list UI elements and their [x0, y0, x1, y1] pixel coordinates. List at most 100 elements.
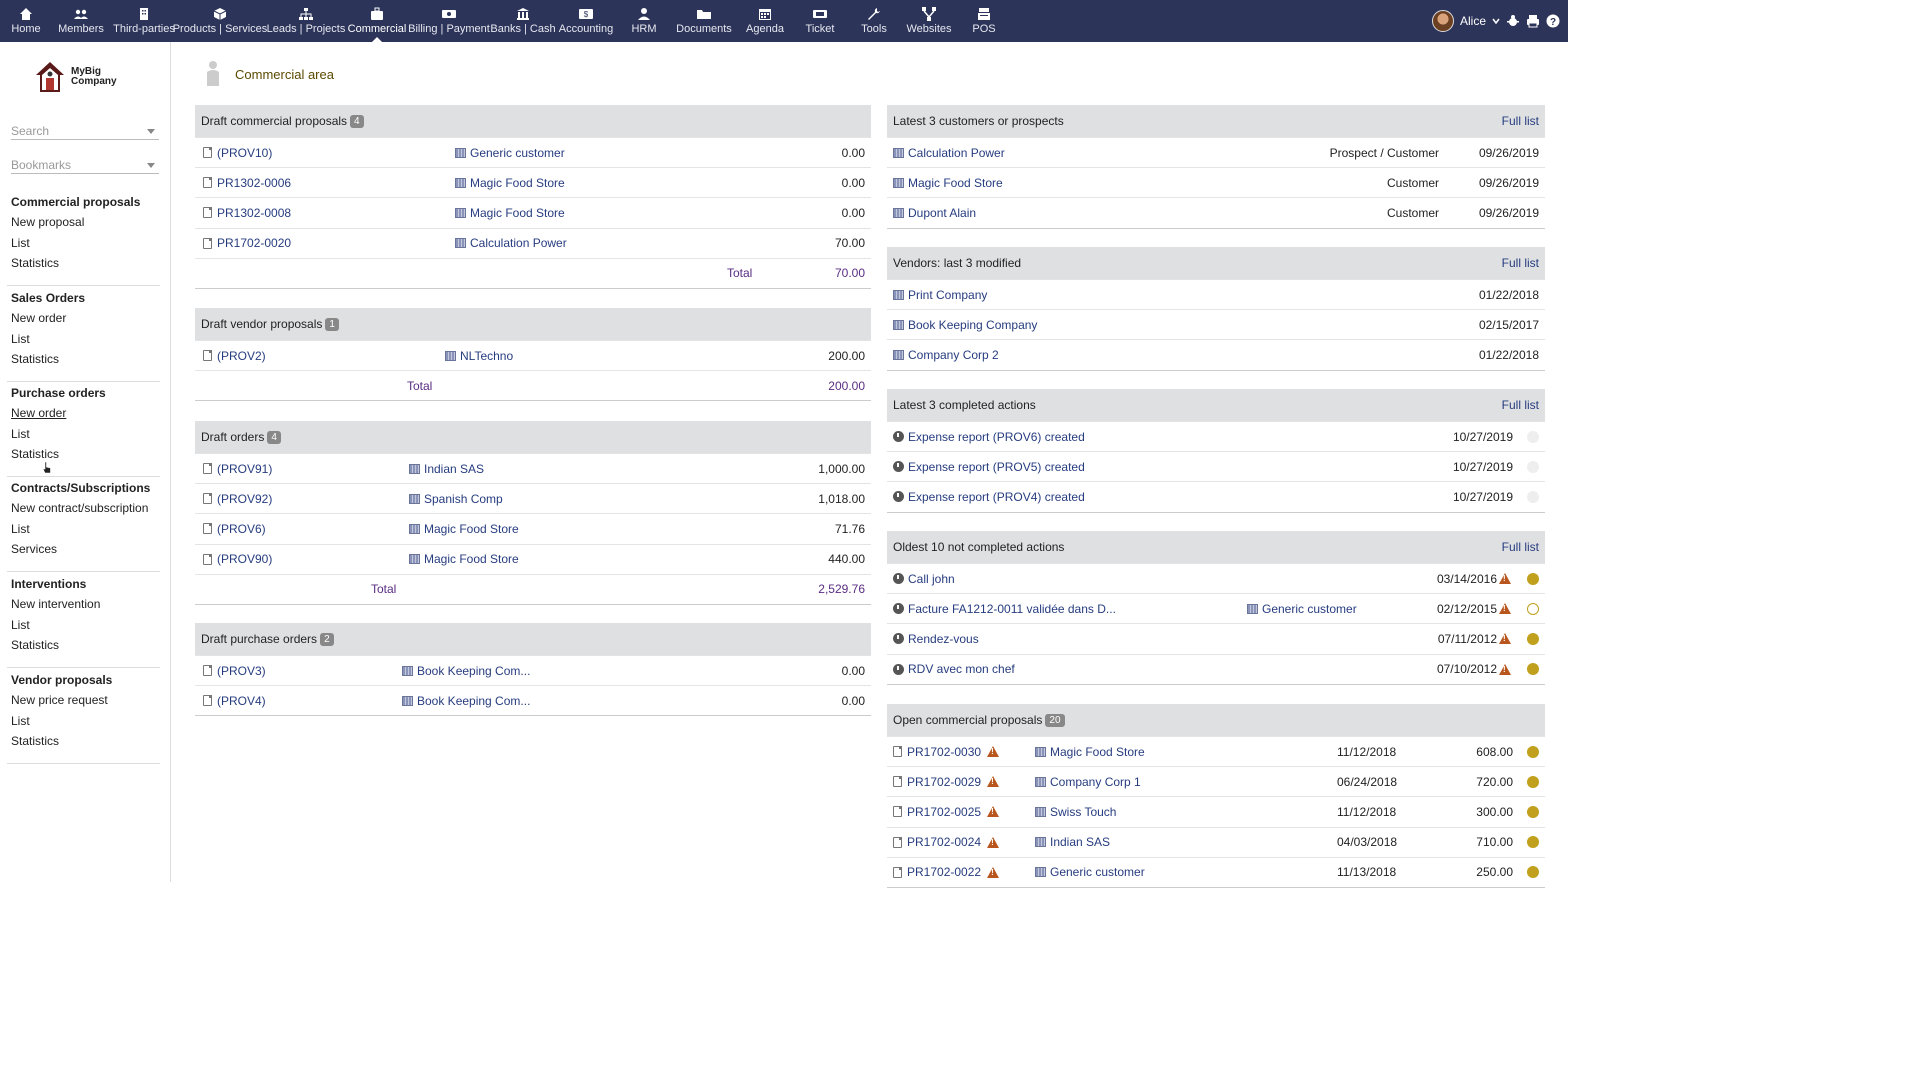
link-text[interactable]: PR1702-0022: [907, 865, 981, 879]
link-text[interactable]: Generic customer: [1050, 865, 1145, 879]
proposal-link[interactable]: PR1702-0030: [893, 745, 1000, 759]
full-list-link[interactable]: Full list: [1502, 256, 1539, 270]
thirdparty-link[interactable]: Book Keeping Com...: [402, 664, 530, 678]
action-link[interactable]: Expense report (PROV6) created: [893, 430, 1085, 444]
menu-item-websites[interactable]: Websites: [902, 0, 956, 42]
link-text[interactable]: PR1302-0006: [217, 176, 291, 190]
thirdparty-link[interactable]: Magic Food Store: [455, 176, 565, 190]
customer-link[interactable]: Calculation Power: [893, 146, 1005, 160]
link-text[interactable]: PR1702-0025: [907, 805, 981, 819]
sidebar-link[interactable]: Statistics: [7, 731, 160, 751]
bug-icon[interactable]: [1506, 14, 1520, 28]
search-input[interactable]: Search: [11, 120, 159, 140]
link-text[interactable]: Magic Food Store: [908, 176, 1003, 190]
menu-item-commercial[interactable]: Commercial: [346, 0, 408, 42]
link-text[interactable]: Company Corp 1: [1050, 775, 1141, 789]
full-list-link[interactable]: Full list: [1502, 398, 1539, 412]
thirdparty-link[interactable]: Magic Food Store: [455, 206, 565, 220]
link-text[interactable]: Book Keeping Com...: [417, 664, 530, 678]
link-text[interactable]: Calculation Power: [470, 236, 567, 250]
vendor-link[interactable]: Book Keeping Company: [893, 318, 1037, 332]
vendor-link[interactable]: Print Company: [893, 288, 987, 302]
sidebar-link[interactable]: List: [7, 232, 160, 252]
link-text[interactable]: (PROV92): [217, 492, 272, 506]
link-text[interactable]: Expense report (PROV6) created: [908, 430, 1085, 444]
proposal-link[interactable]: PR1702-0025: [893, 805, 1000, 819]
ref-link[interactable]: PR1702-0020: [203, 236, 291, 250]
link-text[interactable]: Generic customer: [470, 146, 565, 160]
thirdparty-link[interactable]: Magic Food Store: [409, 552, 519, 566]
link-text[interactable]: Book Keeping Company: [908, 318, 1037, 332]
menu-item-home[interactable]: Home: [4, 0, 48, 42]
help-icon[interactable]: ?: [1546, 14, 1560, 28]
link-text[interactable]: Expense report (PROV5) created: [908, 460, 1085, 474]
link-text[interactable]: PR1702-0024: [907, 835, 981, 849]
thirdparty-link[interactable]: Magic Food Store: [1035, 745, 1145, 759]
link-text[interactable]: PR1702-0030: [907, 745, 981, 759]
sidebar-link[interactable]: New order: [7, 308, 160, 328]
ref-link[interactable]: (PROV4): [203, 694, 266, 708]
ref-link[interactable]: (PROV92): [203, 492, 272, 506]
link-text[interactable]: PR1302-0008: [217, 206, 291, 220]
user-name[interactable]: Alice: [1460, 14, 1486, 28]
link-text[interactable]: PR1702-0029: [907, 775, 981, 789]
sidebar-section-title[interactable]: Contracts/Subscriptions: [7, 478, 160, 498]
thirdparty-link[interactable]: Indian SAS: [1035, 835, 1110, 849]
link-text[interactable]: Dupont Alain: [908, 206, 976, 220]
link-text[interactable]: (PROV6): [217, 522, 266, 536]
menu-item-hrm[interactable]: HRM: [616, 0, 672, 42]
company-logo[interactable]: MyBig Company: [34, 60, 117, 94]
thirdparty-link[interactable]: Generic customer: [455, 146, 565, 160]
link-text[interactable]: Facture FA1212-0011 validée dans D...: [908, 602, 1116, 616]
user-avatar[interactable]: [1431, 10, 1454, 32]
ref-link[interactable]: PR1302-0008: [203, 206, 291, 220]
link-text[interactable]: Magic Food Store: [424, 522, 519, 536]
sidebar-link[interactable]: New intervention: [7, 594, 160, 614]
thirdparty-link[interactable]: Magic Food Store: [409, 522, 519, 536]
customer-link[interactable]: Magic Food Store: [893, 176, 1003, 190]
full-list-link[interactable]: Full list: [1502, 540, 1539, 554]
link-text[interactable]: Magic Food Store: [424, 552, 519, 566]
menu-item-accounting[interactable]: $ Accounting: [556, 0, 616, 42]
sidebar-link[interactable]: List: [7, 423, 160, 443]
sidebar-link[interactable]: New proposal: [7, 212, 160, 232]
menu-item-leads-projects[interactable]: Leads | Projects: [266, 0, 346, 42]
thirdparty-link[interactable]: Calculation Power: [455, 236, 567, 250]
proposal-link[interactable]: PR1702-0029: [893, 775, 1000, 789]
action-link[interactable]: RDV avec mon chef: [893, 662, 1015, 676]
ref-link[interactable]: (PROV2): [203, 349, 266, 363]
sidebar-section-title[interactable]: Vendor proposals: [7, 670, 160, 690]
link-text[interactable]: (PROV4): [217, 694, 266, 708]
sidebar-link[interactable]: New order: [7, 403, 160, 423]
menu-item-agenda[interactable]: Agenda: [736, 0, 794, 42]
link-text[interactable]: Spanish Comp: [424, 492, 503, 506]
menu-item-third-parties[interactable]: Third-parties: [113, 0, 175, 42]
thirdparty-link[interactable]: Swiss Touch: [1035, 805, 1116, 819]
customer-link[interactable]: Dupont Alain: [893, 206, 976, 220]
sidebar-section-title[interactable]: Interventions: [7, 574, 160, 594]
link-text[interactable]: Generic customer: [1262, 602, 1357, 616]
link-text[interactable]: Calculation Power: [908, 146, 1005, 160]
thirdparty-link[interactable]: Spanish Comp: [409, 492, 503, 506]
link-text[interactable]: RDV avec mon chef: [908, 662, 1015, 676]
link-text[interactable]: Rendez-vous: [908, 632, 979, 646]
link-text[interactable]: Magic Food Store: [1050, 745, 1145, 759]
menu-item-documents[interactable]: Documents: [672, 0, 736, 42]
link-text[interactable]: PR1702-0020: [217, 236, 291, 250]
thirdparty-link[interactable]: NLTechno: [445, 349, 513, 363]
vendor-link[interactable]: Company Corp 2: [893, 348, 999, 362]
sidebar-link[interactable]: New price request: [7, 690, 160, 710]
sidebar-section-title[interactable]: Commercial proposals: [7, 192, 160, 212]
link-text[interactable]: Print Company: [908, 288, 987, 302]
ref-link[interactable]: (PROV90): [203, 552, 272, 566]
thirdparty-link[interactable]: Company Corp 1: [1035, 775, 1141, 789]
ref-link[interactable]: (PROV6): [203, 522, 266, 536]
full-list-link[interactable]: Full list: [1502, 114, 1539, 128]
proposal-link[interactable]: PR1702-0024: [893, 835, 1000, 849]
link-text[interactable]: Magic Food Store: [470, 176, 565, 190]
thirdparty-link[interactable]: Book Keeping Com...: [402, 694, 530, 708]
sidebar-link[interactable]: List: [7, 328, 160, 348]
link-text[interactable]: (PROV3): [217, 664, 266, 678]
action-link[interactable]: Expense report (PROV5) created: [893, 460, 1085, 474]
link-text[interactable]: (PROV10): [217, 146, 272, 160]
